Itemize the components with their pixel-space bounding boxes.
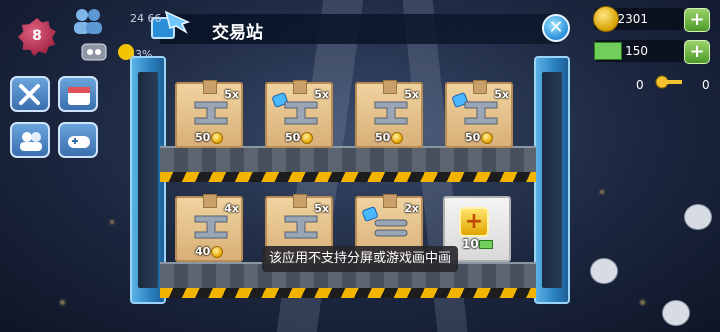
- crate-quantity: 5x: [494, 88, 509, 101]
- gamepad-icon: [68, 136, 90, 148]
- simoleon-coin-icon: [593, 6, 619, 32]
- population-icon: [74, 9, 102, 34]
- notification-bubble-1[interactable]: [684, 204, 712, 230]
- crate-price: 40: [195, 245, 211, 258]
- steel-beam-icon: [464, 101, 498, 125]
- add-simcash-button[interactable]: +: [684, 40, 710, 64]
- games-button[interactable]: [58, 122, 98, 158]
- steel-beam-icon: [284, 101, 318, 125]
- crate-price: 50: [375, 131, 391, 144]
- pipes-icon: [374, 219, 408, 237]
- crate-slot[interactable]: 5x 50: [175, 80, 243, 148]
- crate-quantity: 4x: [224, 202, 239, 215]
- coin-icon: [301, 132, 313, 144]
- close-button[interactable]: ✕: [542, 14, 570, 42]
- steel-beam-icon: [374, 101, 408, 125]
- crate-slot[interactable]: 5x 50: [445, 80, 513, 148]
- simcash-icon: [479, 240, 493, 249]
- extra-value: 0: [702, 78, 710, 92]
- keys-value: 0: [636, 78, 644, 92]
- crate-quantity: 5x: [314, 202, 329, 215]
- page-title: 交易站: [212, 23, 263, 43]
- tools-button[interactable]: [10, 76, 50, 112]
- plus-icon: +: [689, 9, 705, 30]
- crate-quantity: 5x: [404, 88, 419, 101]
- right-pillar: [534, 56, 570, 304]
- simcash-value: 150: [625, 44, 648, 58]
- coin-icon: [481, 132, 493, 144]
- slot-price: 10: [462, 237, 479, 251]
- split-screen-toast: 该应用不支持分屏或游戏画中画: [262, 246, 458, 272]
- crate-price: 50: [195, 131, 211, 144]
- population-value: 24 66: [130, 12, 162, 25]
- plus-icon: +: [689, 41, 705, 62]
- crate-quantity: 2x: [404, 202, 419, 215]
- notification-bubble-2[interactable]: [590, 258, 618, 284]
- coin-icon: [211, 246, 223, 258]
- friends-icon: [20, 132, 42, 151]
- crate-slot[interactable]: 4x 40: [175, 194, 243, 262]
- add-slot-button[interactable]: +: [459, 207, 489, 237]
- notification-bubble-3[interactable]: [662, 300, 690, 326]
- steel-beam-icon: [194, 215, 228, 239]
- crate-slot[interactable]: 5x 50: [265, 80, 333, 148]
- top-hazard-stripe: [160, 172, 536, 182]
- crate-price: 50: [285, 131, 301, 144]
- simoleons-value: 2301: [617, 12, 648, 26]
- calendar-icon: [68, 87, 90, 105]
- crate-price: 50: [465, 131, 481, 144]
- calendar-button[interactable]: [58, 76, 98, 112]
- simcash-icon: [594, 42, 622, 60]
- coin-icon: [211, 132, 223, 144]
- steel-beam-icon: [194, 101, 228, 125]
- crate-quantity: 5x: [314, 88, 329, 101]
- add-simoleons-button[interactable]: +: [684, 8, 710, 32]
- friends-button[interactable]: [10, 122, 50, 158]
- crate-slot[interactable]: 5x 50: [355, 80, 423, 148]
- key-icon: [655, 75, 682, 89]
- steel-beam-icon: [284, 215, 318, 239]
- bottom-hazard-stripe: [160, 288, 536, 298]
- level-value: 8: [32, 28, 42, 44]
- coin-icon: [391, 132, 403, 144]
- crate-quantity: 5x: [224, 88, 239, 101]
- robot-icon[interactable]: [76, 38, 112, 64]
- tools-icon: [19, 84, 40, 105]
- plus-icon: +: [464, 209, 484, 234]
- close-icon: ✕: [548, 17, 564, 38]
